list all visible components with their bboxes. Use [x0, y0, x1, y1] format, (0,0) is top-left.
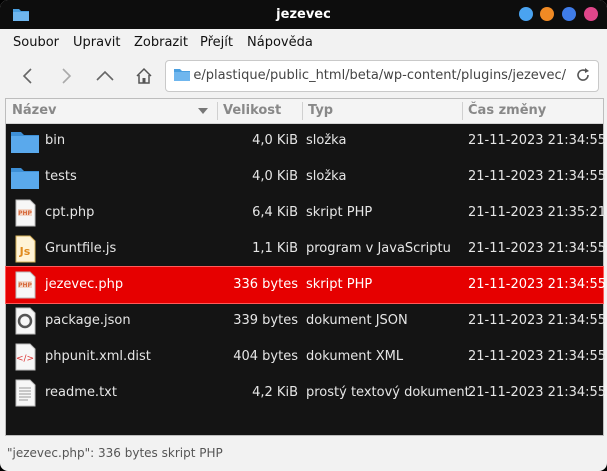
file-name: readme.txt — [45, 385, 117, 400]
file-name: tests — [45, 169, 77, 184]
menu-upravit[interactable]: Upravit — [73, 35, 120, 50]
text-file-icon — [10, 378, 40, 408]
file-row[interactable]: tests 4,0 KiB složka 21-11-2023 21:34:55 — [6, 159, 607, 195]
title-bar[interactable]: jezevec — [0, 0, 607, 29]
chevron-up-icon — [96, 70, 114, 81]
js-file-icon: Js — [10, 234, 40, 264]
json-file-icon — [10, 306, 40, 336]
file-name: package.json — [45, 313, 131, 328]
file-modified: 21-11-2023 21:34:55 — [468, 241, 607, 256]
back-button[interactable] — [14, 62, 42, 90]
status-text: "jezevec.php": 336 bytes skript PHP — [7, 446, 223, 460]
file-size: 4,0 KiB — [252, 133, 298, 148]
column-size[interactable]: Velikost — [223, 103, 281, 118]
menu-zobrazit[interactable]: Zobrazit — [134, 35, 188, 50]
home-button[interactable] — [130, 62, 158, 90]
svg-text:PHP: PHP — [18, 282, 32, 289]
file-size: 6,4 KiB — [252, 205, 298, 220]
svg-text:PHP: PHP — [18, 210, 32, 217]
file-name: Gruntfile.js — [45, 241, 117, 256]
file-name: bin — [45, 133, 66, 148]
file-size: 404 bytes — [233, 349, 298, 364]
column-header: Název Velikost Typ Čas změny — [6, 99, 603, 124]
file-row[interactable]: </> phpunit.xml.dist 404 bytes dokument XML… — [6, 339, 607, 375]
file-name: cpt.php — [45, 205, 95, 220]
file-type: skript PHP — [306, 277, 373, 292]
minimize-button[interactable] — [519, 7, 533, 21]
file-type: složka — [306, 169, 347, 184]
location-path-text: /home/plastique/public_html/beta/wp-cont… — [194, 68, 566, 83]
maximize-button[interactable] — [540, 7, 554, 21]
column-name[interactable]: Název — [12, 103, 57, 118]
file-type: prostý textový dokument — [306, 385, 470, 400]
up-button[interactable] — [91, 62, 119, 90]
xml-file-icon: </> — [10, 342, 40, 372]
file-size: 4,2 KiB — [252, 385, 298, 400]
file-row[interactable]: package.json 339 bytes dokument JSON 21-11-… — [6, 303, 607, 339]
file-name: phpunit.xml.dist — [45, 349, 151, 364]
window-title: jezevec — [276, 7, 331, 22]
file-manager-window: jezevec Soubor Upravit Zobrazit Přejít N… — [0, 0, 607, 471]
file-modified: 21-11-2023 21:35:21 — [468, 205, 607, 220]
file-modified: 21-11-2023 21:34:55 — [468, 349, 607, 364]
file-row[interactable]: Js Gruntfile.js 1,1 KiB program v JavaScrip… — [6, 231, 607, 267]
status-bar: "jezevec.php": 336 bytes skript PHP — [5, 440, 602, 466]
file-modified: 21-11-2023 21:34:55 — [468, 313, 607, 328]
file-row[interactable]: readme.txt 4,2 KiB prostý textový dokument… — [6, 375, 607, 411]
php-file-icon: PHP — [10, 270, 40, 300]
file-size: 336 bytes — [233, 277, 298, 292]
forward-button[interactable] — [52, 62, 80, 90]
svg-text:</>: </> — [16, 354, 34, 364]
file-type: program v JavaScriptu — [306, 241, 451, 256]
location-bar[interactable]: /home/plastique/public_html/beta/wp-cont… — [165, 60, 599, 92]
file-size: 4,0 KiB — [252, 169, 298, 184]
menu-prejit[interactable]: Přejít — [200, 35, 233, 50]
file-list[interactable]: Název Velikost Typ Čas změny bin 4,0 KiB s… — [5, 98, 607, 436]
column-modified[interactable]: Čas změny — [468, 103, 546, 118]
close-button[interactable] — [584, 7, 598, 21]
svg-text:Js: Js — [19, 245, 31, 258]
file-type: dokument XML — [306, 349, 404, 364]
home-icon — [136, 67, 152, 84]
file-row[interactable]: PHP jezevec.php 336 bytes skript PHP 21-11-2… — [5, 266, 607, 304]
column-type[interactable]: Typ — [308, 103, 333, 118]
file-modified: 21-11-2023 21:34:55 — [468, 277, 607, 292]
location-path[interactable]: /home/plastique/public_html/beta/wp-cont… — [194, 68, 566, 83]
column-separator[interactable] — [217, 102, 218, 120]
column-separator[interactable] — [302, 102, 303, 120]
file-row[interactable]: PHP cpt.php 6,4 KiB skript PHP 21-11-2023 21… — [6, 195, 607, 231]
folder-icon — [174, 69, 190, 81]
menu-bar: Soubor Upravit Zobrazit Přejít Nápověda — [0, 29, 607, 55]
restore-button[interactable] — [562, 7, 576, 21]
file-row[interactable]: bin 4,0 KiB složka 21-11-2023 21:34:55 — [6, 123, 607, 159]
file-modified: 21-11-2023 21:34:55 — [468, 169, 607, 184]
menu-soubor[interactable]: Soubor — [13, 35, 59, 50]
file-type: složka — [306, 133, 347, 148]
chevron-right-icon — [62, 68, 72, 84]
file-modified: 21-11-2023 21:34:55 — [468, 385, 607, 400]
file-size: 339 bytes — [233, 313, 298, 328]
column-separator[interactable] — [462, 102, 463, 120]
file-size: 1,1 KiB — [252, 241, 298, 256]
refresh-icon[interactable] — [574, 66, 592, 84]
file-modified: 21-11-2023 21:34:55 — [468, 133, 607, 148]
chevron-left-icon — [22, 68, 32, 84]
folder-icon — [10, 162, 40, 192]
file-type: skript PHP — [306, 205, 373, 220]
php-file-icon: PHP — [10, 198, 40, 228]
sort-descending-icon — [198, 108, 208, 114]
toolbar: /home/plastique/public_html/beta/wp-cont… — [0, 55, 607, 97]
file-name: jezevec.php — [45, 277, 124, 292]
folder-icon — [10, 126, 40, 156]
menu-napoveda[interactable]: Nápověda — [247, 35, 313, 50]
file-type: dokument JSON — [306, 313, 408, 328]
